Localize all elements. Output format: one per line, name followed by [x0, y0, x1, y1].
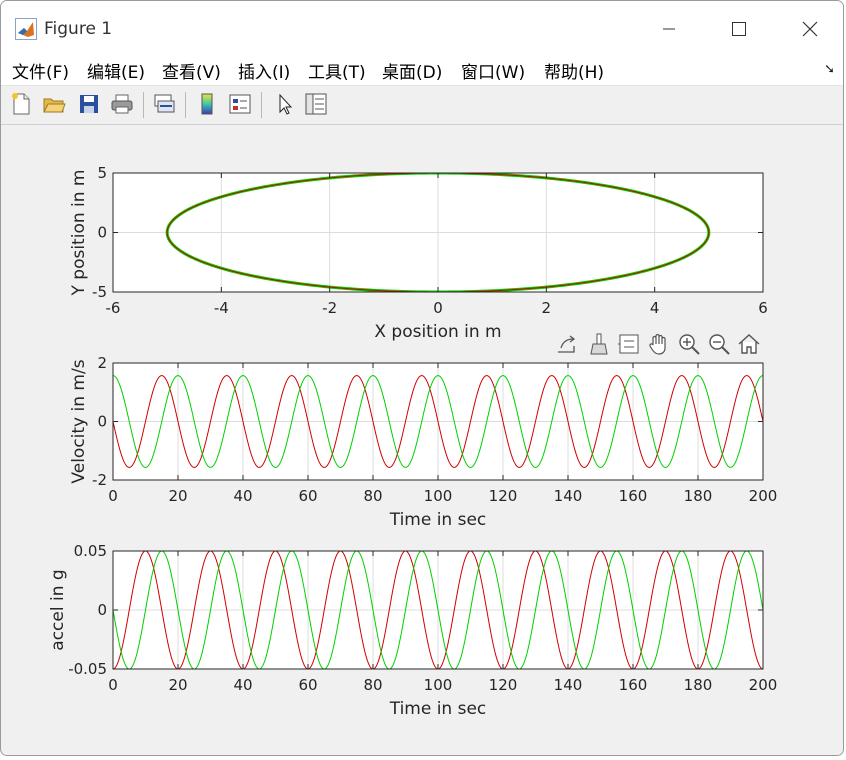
insert-legend-button[interactable] [227, 91, 253, 117]
zoom-in-icon [679, 334, 700, 355]
link-plot-icon [154, 94, 175, 113]
pan-button[interactable] [645, 329, 673, 359]
open-file-button[interactable] [41, 91, 67, 117]
figure-toolbar [1, 86, 843, 125]
menu-file[interactable]: 文件(F) [12, 58, 69, 83]
insert-colorbar-icon [201, 93, 213, 115]
zoom-out-button[interactable] [705, 329, 733, 359]
zoom-in-button[interactable] [675, 329, 703, 359]
export-button[interactable] [553, 329, 581, 359]
brush-icon [590, 333, 608, 355]
datatip-button[interactable] [615, 329, 643, 359]
minimize-icon [663, 28, 675, 30]
menu-edit[interactable]: 编辑(E) [87, 58, 145, 83]
open-file-icon [43, 98, 66, 113]
matlab-logo-icon [15, 18, 37, 40]
toolbar-separator [143, 92, 144, 118]
toolbar-separator [261, 92, 262, 118]
maximize-icon [732, 22, 746, 36]
figure-window: Figure 1 文件(F) 编辑(E) 查看(V) 插入(I) 工具(T) 桌… [0, 0, 844, 756]
link-plot-button[interactable] [151, 91, 177, 117]
menu-insert[interactable]: 插入(I) [238, 58, 290, 83]
property-inspector-button[interactable] [303, 91, 329, 117]
print-button[interactable] [109, 91, 135, 117]
figure-canvas [2, 125, 843, 755]
menu-desktop[interactable]: 桌面(D) [382, 58, 442, 83]
pan-icon [649, 333, 666, 355]
maximize-button[interactable] [719, 15, 759, 43]
save-button[interactable] [76, 91, 102, 117]
dock-arrow-icon[interactable]: ➘ [824, 62, 835, 77]
print-icon [111, 94, 133, 114]
insert-colorbar-button[interactable] [194, 91, 220, 117]
home-button[interactable] [735, 329, 763, 359]
menu-help[interactable]: 帮助(H) [544, 58, 604, 83]
zoom-out-icon [709, 334, 730, 355]
save-icon [80, 95, 98, 113]
title-bar[interactable]: Figure 1 [1, 1, 843, 55]
datatip-icon [618, 334, 639, 354]
export-icon [558, 335, 576, 353]
minimize-button[interactable] [649, 15, 689, 43]
menu-view[interactable]: 查看(V) [162, 58, 221, 83]
new-figure-button[interactable] [8, 91, 34, 117]
menu-bar: 文件(F) 编辑(E) 查看(V) 插入(I) 工具(T) 桌面(D) 窗口(W… [1, 55, 843, 86]
property-inspector-icon [305, 93, 327, 115]
menu-window[interactable]: 窗口(W) [461, 58, 525, 83]
close-icon [802, 21, 818, 37]
window-title: Figure 1 [44, 19, 113, 39]
brush-button[interactable] [585, 329, 613, 359]
edit-plot-button[interactable] [271, 91, 297, 117]
close-button[interactable] [790, 15, 830, 43]
home-icon [738, 334, 760, 354]
insert-legend-icon [229, 94, 251, 114]
new-figure-icon [12, 93, 30, 115]
menu-tools[interactable]: 工具(T) [308, 58, 366, 83]
edit-plot-icon [279, 93, 293, 115]
toolbar-separator [185, 92, 186, 118]
